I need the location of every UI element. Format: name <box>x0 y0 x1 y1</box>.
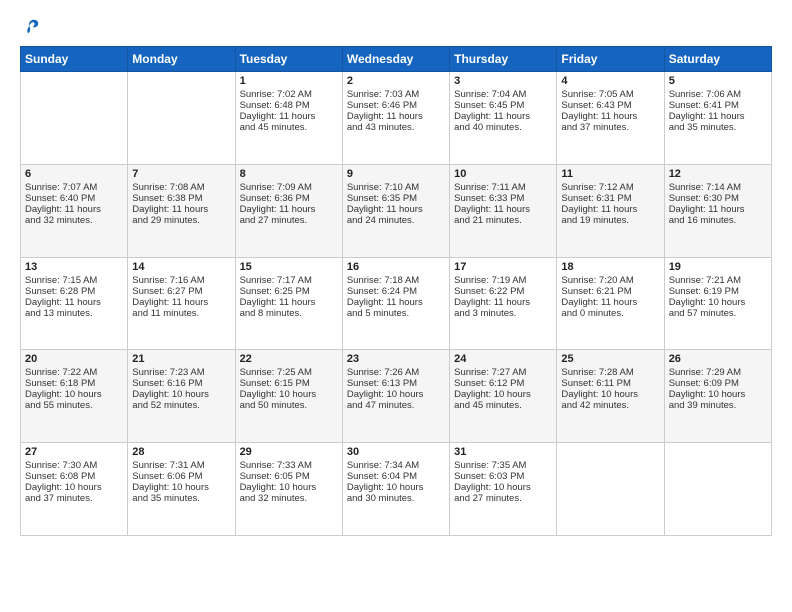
day-number: 1 <box>240 75 338 87</box>
calendar-cell <box>557 443 664 536</box>
day-number: 18 <box>561 261 659 273</box>
calendar-cell: 31Sunrise: 7:35 AMSunset: 6:03 PMDayligh… <box>450 443 557 536</box>
weekday-header: Monday <box>128 47 235 72</box>
logo <box>20 18 42 36</box>
calendar-cell: 9Sunrise: 7:10 AMSunset: 6:35 PMDaylight… <box>342 164 449 257</box>
day-number: 28 <box>132 446 230 458</box>
calendar-cell <box>21 72 128 165</box>
calendar-cell: 14Sunrise: 7:16 AMSunset: 6:27 PMDayligh… <box>128 257 235 350</box>
calendar-cell: 28Sunrise: 7:31 AMSunset: 6:06 PMDayligh… <box>128 443 235 536</box>
day-number: 23 <box>347 353 445 365</box>
day-number: 24 <box>454 353 552 365</box>
calendar-cell: 5Sunrise: 7:06 AMSunset: 6:41 PMDaylight… <box>664 72 771 165</box>
calendar-cell: 6Sunrise: 7:07 AMSunset: 6:40 PMDaylight… <box>21 164 128 257</box>
calendar-cell: 23Sunrise: 7:26 AMSunset: 6:13 PMDayligh… <box>342 350 449 443</box>
day-number: 9 <box>347 168 445 180</box>
day-number: 16 <box>347 261 445 273</box>
calendar-cell: 20Sunrise: 7:22 AMSunset: 6:18 PMDayligh… <box>21 350 128 443</box>
day-number: 30 <box>347 446 445 458</box>
day-number: 7 <box>132 168 230 180</box>
day-number: 17 <box>454 261 552 273</box>
day-number: 27 <box>25 446 123 458</box>
weekday-header: Thursday <box>450 47 557 72</box>
day-number: 12 <box>669 168 767 180</box>
calendar-week-row: 1Sunrise: 7:02 AMSunset: 6:48 PMDaylight… <box>21 72 772 165</box>
calendar-cell: 30Sunrise: 7:34 AMSunset: 6:04 PMDayligh… <box>342 443 449 536</box>
day-number: 3 <box>454 75 552 87</box>
calendar-cell: 17Sunrise: 7:19 AMSunset: 6:22 PMDayligh… <box>450 257 557 350</box>
calendar-cell: 18Sunrise: 7:20 AMSunset: 6:21 PMDayligh… <box>557 257 664 350</box>
calendar-cell: 11Sunrise: 7:12 AMSunset: 6:31 PMDayligh… <box>557 164 664 257</box>
day-number: 29 <box>240 446 338 458</box>
day-number: 31 <box>454 446 552 458</box>
calendar-cell: 25Sunrise: 7:28 AMSunset: 6:11 PMDayligh… <box>557 350 664 443</box>
calendar-cell: 26Sunrise: 7:29 AMSunset: 6:09 PMDayligh… <box>664 350 771 443</box>
calendar-cell: 22Sunrise: 7:25 AMSunset: 6:15 PMDayligh… <box>235 350 342 443</box>
day-number: 14 <box>132 261 230 273</box>
logo-bird-icon <box>22 18 40 36</box>
calendar-cell: 29Sunrise: 7:33 AMSunset: 6:05 PMDayligh… <box>235 443 342 536</box>
calendar-cell: 3Sunrise: 7:04 AMSunset: 6:45 PMDaylight… <box>450 72 557 165</box>
day-number: 19 <box>669 261 767 273</box>
calendar-cell: 24Sunrise: 7:27 AMSunset: 6:12 PMDayligh… <box>450 350 557 443</box>
calendar-week-row: 20Sunrise: 7:22 AMSunset: 6:18 PMDayligh… <box>21 350 772 443</box>
day-number: 2 <box>347 75 445 87</box>
day-number: 21 <box>132 353 230 365</box>
day-number: 8 <box>240 168 338 180</box>
weekday-header: Wednesday <box>342 47 449 72</box>
weekday-header: Tuesday <box>235 47 342 72</box>
calendar-cell: 2Sunrise: 7:03 AMSunset: 6:46 PMDaylight… <box>342 72 449 165</box>
day-number: 25 <box>561 353 659 365</box>
calendar-cell: 10Sunrise: 7:11 AMSunset: 6:33 PMDayligh… <box>450 164 557 257</box>
calendar-cell: 7Sunrise: 7:08 AMSunset: 6:38 PMDaylight… <box>128 164 235 257</box>
calendar-cell: 15Sunrise: 7:17 AMSunset: 6:25 PMDayligh… <box>235 257 342 350</box>
calendar-body: 1Sunrise: 7:02 AMSunset: 6:48 PMDaylight… <box>21 72 772 536</box>
calendar-cell: 13Sunrise: 7:15 AMSunset: 6:28 PMDayligh… <box>21 257 128 350</box>
day-number: 26 <box>669 353 767 365</box>
day-number: 15 <box>240 261 338 273</box>
day-number: 22 <box>240 353 338 365</box>
calendar-cell: 21Sunrise: 7:23 AMSunset: 6:16 PMDayligh… <box>128 350 235 443</box>
page: SundayMondayTuesdayWednesdayThursdayFrid… <box>0 0 792 612</box>
day-number: 10 <box>454 168 552 180</box>
calendar-week-row: 13Sunrise: 7:15 AMSunset: 6:28 PMDayligh… <box>21 257 772 350</box>
day-number: 13 <box>25 261 123 273</box>
day-number: 5 <box>669 75 767 87</box>
calendar-cell: 12Sunrise: 7:14 AMSunset: 6:30 PMDayligh… <box>664 164 771 257</box>
weekday-header: Saturday <box>664 47 771 72</box>
day-number: 11 <box>561 168 659 180</box>
day-number: 20 <box>25 353 123 365</box>
calendar-cell: 4Sunrise: 7:05 AMSunset: 6:43 PMDaylight… <box>557 72 664 165</box>
header <box>20 18 772 36</box>
weekday-header: Sunday <box>21 47 128 72</box>
day-number: 6 <box>25 168 123 180</box>
calendar-cell: 1Sunrise: 7:02 AMSunset: 6:48 PMDaylight… <box>235 72 342 165</box>
calendar-cell <box>664 443 771 536</box>
day-number: 4 <box>561 75 659 87</box>
calendar-table: SundayMondayTuesdayWednesdayThursdayFrid… <box>20 46 772 536</box>
calendar-cell: 8Sunrise: 7:09 AMSunset: 6:36 PMDaylight… <box>235 164 342 257</box>
calendar-header-row: SundayMondayTuesdayWednesdayThursdayFrid… <box>21 47 772 72</box>
calendar-cell <box>128 72 235 165</box>
calendar-week-row: 27Sunrise: 7:30 AMSunset: 6:08 PMDayligh… <box>21 443 772 536</box>
calendar-cell: 16Sunrise: 7:18 AMSunset: 6:24 PMDayligh… <box>342 257 449 350</box>
calendar-cell: 27Sunrise: 7:30 AMSunset: 6:08 PMDayligh… <box>21 443 128 536</box>
calendar-week-row: 6Sunrise: 7:07 AMSunset: 6:40 PMDaylight… <box>21 164 772 257</box>
weekday-header: Friday <box>557 47 664 72</box>
calendar-cell: 19Sunrise: 7:21 AMSunset: 6:19 PMDayligh… <box>664 257 771 350</box>
